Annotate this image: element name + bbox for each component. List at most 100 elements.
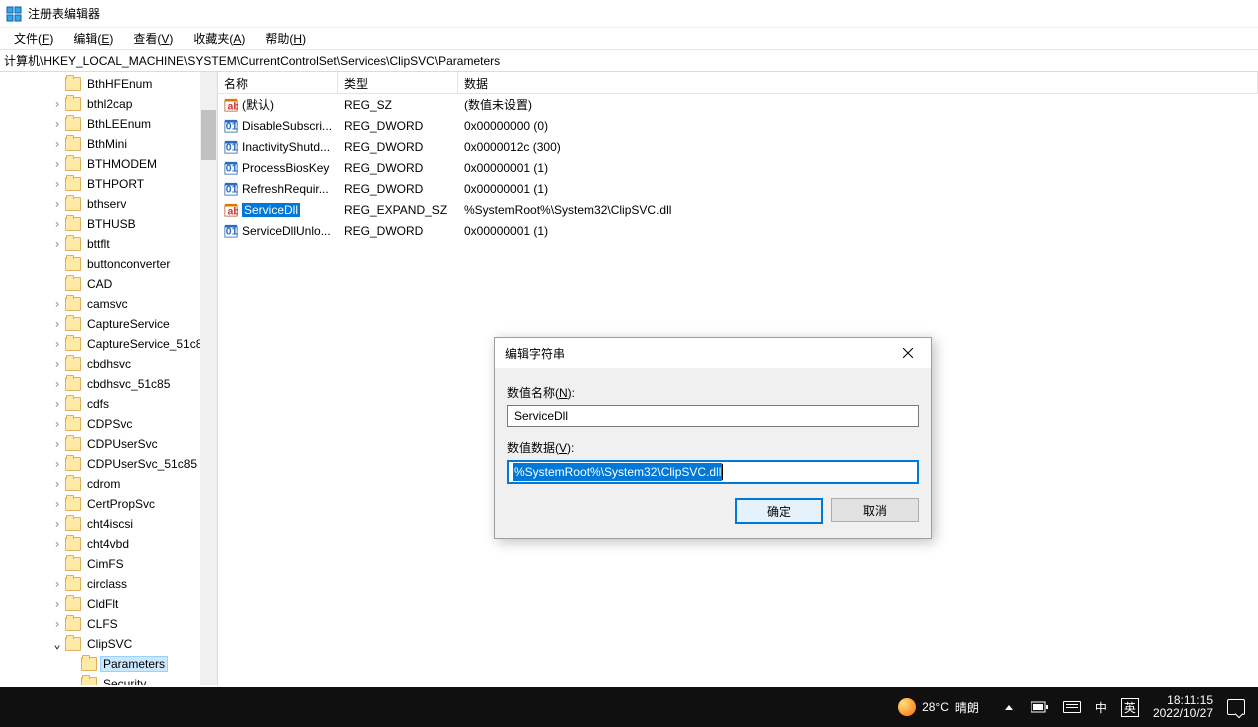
tree-twisty-icon[interactable]: ›: [50, 517, 64, 531]
tree-twisty-icon[interactable]: ›: [50, 297, 64, 311]
menu-help[interactable]: 帮助(H): [255, 28, 316, 49]
ok-button[interactable]: 确定: [735, 498, 823, 524]
scrollbar-thumb[interactable]: [201, 110, 216, 160]
tree-item[interactable]: CimFS: [2, 554, 217, 574]
tree-item[interactable]: buttonconverter: [2, 254, 217, 274]
tree-item[interactable]: › CDPUserSvc_51c85: [2, 454, 217, 474]
value-name-field[interactable]: [507, 405, 919, 427]
value-data-field[interactable]: %SystemRoot%\System32\ClipSVC.dll: [507, 460, 919, 484]
tray-notifications[interactable]: [1220, 687, 1252, 727]
tree-item[interactable]: ⌄ClipSVC: [2, 634, 217, 654]
list-row[interactable]: 011ProcessBiosKeyREG_DWORD0x00000001 (1): [218, 157, 1258, 178]
tray-keyboard[interactable]: [1056, 687, 1088, 727]
tree-twisty-icon[interactable]: ›: [50, 197, 64, 211]
dialog-title-bar[interactable]: 编辑字符串: [495, 338, 931, 368]
tree-item[interactable]: ›CDPUserSvc: [2, 434, 217, 454]
dialog-close-button[interactable]: [885, 338, 931, 368]
weather-widget[interactable]: 28°C 晴朗: [891, 687, 986, 727]
tree-item[interactable]: ›cht4vbd: [2, 534, 217, 554]
tree-item[interactable]: ›BthLEEnum: [2, 114, 217, 134]
tree-twisty-icon[interactable]: ›: [50, 477, 64, 491]
tray-ime-2[interactable]: 英: [1114, 687, 1146, 727]
tree-twisty-icon[interactable]: ›: [50, 117, 64, 131]
list-row[interactable]: 011InactivityShutd...REG_DWORD0x0000012c…: [218, 136, 1258, 157]
value-name: InactivityShutd...: [242, 140, 330, 154]
tree-item[interactable]: ›BTHUSB: [2, 214, 217, 234]
start-button[interactable]: [0, 687, 48, 727]
tree-item[interactable]: › cht4iscsi: [2, 514, 217, 534]
tree-item[interactable]: ›CldFlt: [2, 594, 217, 614]
binary-value-icon: 011: [224, 224, 238, 238]
tree-twisty-icon[interactable]: ›: [50, 617, 64, 631]
list-row[interactable]: abServiceDllREG_EXPAND_SZ%SystemRoot%\Sy…: [218, 199, 1258, 220]
tree-twisty-icon[interactable]: ›: [50, 157, 64, 171]
tree-item[interactable]: ›circlass: [2, 574, 217, 594]
tree-twisty-icon[interactable]: ›: [50, 537, 64, 551]
tree-item[interactable]: BthHFEnum: [2, 74, 217, 94]
tree-item-label: CDPUserSvc_51c85: [84, 456, 200, 472]
tree-item[interactable]: ›camsvc: [2, 294, 217, 314]
list-row[interactable]: ab(默认)REG_SZ(数值未设置): [218, 94, 1258, 115]
column-type[interactable]: 类型: [338, 72, 458, 93]
tree-item[interactable]: ›CertPropSvc: [2, 494, 217, 514]
address-bar[interactable]: 计算机\HKEY_LOCAL_MACHINE\SYSTEM\CurrentCon…: [0, 50, 1258, 72]
tree-scrollbar[interactable]: [200, 72, 217, 685]
tree-twisty-icon[interactable]: ›: [50, 357, 64, 371]
menu-edit[interactable]: 编辑(E): [63, 28, 123, 49]
tree-twisty-icon[interactable]: ›: [50, 177, 64, 191]
tree-item[interactable]: Parameters: [2, 654, 217, 674]
column-data[interactable]: 数据: [458, 72, 1258, 93]
tray-clock[interactable]: 18:11:15 2022/10/27: [1146, 687, 1220, 727]
tree-twisty-icon[interactable]: ›: [50, 337, 64, 351]
tree-twisty-icon[interactable]: ›: [50, 97, 64, 111]
tray-power[interactable]: [1024, 687, 1056, 727]
tree-item[interactable]: › CDPSvc: [2, 414, 217, 434]
tree-item[interactable]: ›cbdhsvc_51c85: [2, 374, 217, 394]
tree-item[interactable]: ›BTHMODEM: [2, 154, 217, 174]
tree-twisty-icon[interactable]: ›: [50, 437, 64, 451]
tree-twisty-icon[interactable]: ›: [50, 237, 64, 251]
tray-ime-1[interactable]: 中: [1088, 687, 1114, 727]
tray-overflow[interactable]: [994, 687, 1024, 727]
tree-item[interactable]: ›cdfs: [2, 394, 217, 414]
tree-twisty-icon[interactable]: ›: [50, 457, 64, 471]
tree-item[interactable]: ›bthserv: [2, 194, 217, 214]
cancel-button[interactable]: 取消: [831, 498, 919, 522]
tree-twisty-icon[interactable]: ›: [50, 417, 64, 431]
tree-item-label: CAD: [84, 276, 115, 292]
list-row[interactable]: 011RefreshRequir...REG_DWORD0x00000001 (…: [218, 178, 1258, 199]
tree-item[interactable]: ›CLFS: [2, 614, 217, 634]
tree-twisty-icon[interactable]: ›: [50, 137, 64, 151]
folder-icon: [65, 597, 81, 611]
tree-twisty-icon[interactable]: ⌄: [50, 637, 64, 651]
folder-icon: [65, 197, 81, 211]
tree-twisty-icon[interactable]: ›: [50, 497, 64, 511]
tree-item[interactable]: ›CaptureService_51c85: [2, 334, 217, 354]
tree-twisty-icon[interactable]: ›: [50, 577, 64, 591]
menu-file[interactable]: 文件(F): [4, 28, 63, 49]
tree-twisty-icon[interactable]: ›: [50, 377, 64, 391]
tree-item-label: CDPSvc: [84, 416, 135, 432]
menu-view[interactable]: 查看(V): [123, 28, 183, 49]
tree-item[interactable]: Security: [2, 674, 217, 685]
tree-item[interactable]: ›BTHPORT: [2, 174, 217, 194]
list-row[interactable]: 011ServiceDllUnlo...REG_DWORD0x00000001 …: [218, 220, 1258, 241]
tree-item-label: cht4iscsi: [84, 516, 136, 532]
folder-icon: [65, 257, 81, 271]
tree-twisty-icon[interactable]: ›: [50, 397, 64, 411]
tree-twisty-icon[interactable]: ›: [50, 597, 64, 611]
folder-icon: [65, 97, 81, 111]
tree-item[interactable]: CAD: [2, 274, 217, 294]
list-row[interactable]: 011DisableSubscri...REG_DWORD0x00000000 …: [218, 115, 1258, 136]
tree-item[interactable]: ›bthl2cap: [2, 94, 217, 114]
folder-icon: [65, 417, 81, 431]
tree-item[interactable]: ›cdrom: [2, 474, 217, 494]
tree-item[interactable]: ›cbdhsvc: [2, 354, 217, 374]
tree-item[interactable]: ›bttflt: [2, 234, 217, 254]
menu-favorites[interactable]: 收藏夹(A): [183, 28, 255, 49]
column-name[interactable]: 名称: [218, 72, 338, 93]
tree-twisty-icon[interactable]: ›: [50, 317, 64, 331]
tree-item[interactable]: ›CaptureService: [2, 314, 217, 334]
tree-twisty-icon[interactable]: ›: [50, 217, 64, 231]
tree-item[interactable]: ›BthMini: [2, 134, 217, 154]
